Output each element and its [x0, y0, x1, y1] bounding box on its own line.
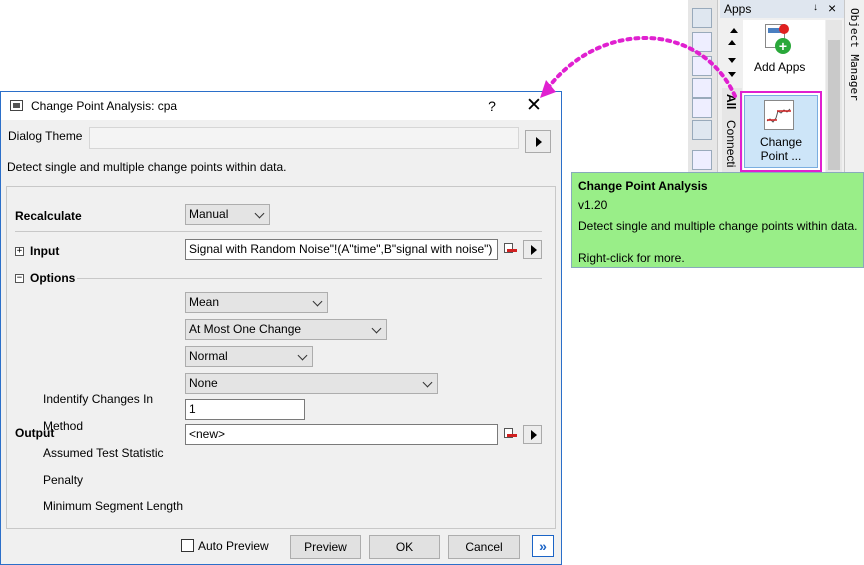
input-field[interactable]: Signal with Random Noise"!(A"time",B"sig…: [185, 239, 498, 260]
apps-title: Apps: [724, 2, 752, 16]
chevron-down-icon: [312, 296, 323, 307]
tooltip-title: Change Point Analysis: [578, 179, 708, 193]
chevron-down-icon: [371, 323, 382, 334]
options-label: Options: [30, 271, 76, 285]
options-divider: [77, 278, 542, 279]
line-plot-icon[interactable]: [692, 56, 712, 76]
arrow-right-icon: [530, 429, 537, 440]
scroll-top-icon[interactable]: [730, 28, 738, 33]
scroll-up-icon[interactable]: [728, 40, 736, 45]
input-label: Input: [30, 244, 60, 258]
select-range-icon[interactable]: [501, 240, 519, 259]
rescale-icon[interactable]: [692, 98, 712, 118]
chevron-down-icon: [297, 350, 308, 361]
output-value: <new>: [189, 427, 226, 441]
divider: [15, 231, 542, 232]
expand-dialog-button[interactable]: »: [532, 535, 554, 557]
min-segment-value: 1: [189, 402, 196, 416]
method-select[interactable]: At Most One Change: [185, 319, 387, 340]
change-point-app-label: Change Point ...: [744, 135, 818, 163]
identify-label: Indentify Changes In: [43, 392, 154, 406]
preview-button[interactable]: Preview: [290, 535, 361, 559]
recalculate-select[interactable]: Manual: [185, 204, 270, 225]
dialog-description: Detect single and multiple change points…: [7, 160, 287, 174]
recalculate-label: Recalculate: [15, 209, 82, 223]
output-field[interactable]: <new>: [185, 424, 498, 445]
select-range-icon[interactable]: [501, 425, 519, 444]
identify-value: Mean: [189, 295, 220, 309]
input-value: Signal with Random Noise"!(A"time",B"sig…: [189, 242, 493, 256]
settings-panel: Recalculate Manual + Input Signal with R…: [6, 186, 556, 529]
object-manager-tab[interactable]: Object Manager: [848, 8, 861, 101]
expand-plus-icon[interactable]: +: [15, 247, 24, 256]
output-menu-button[interactable]: [523, 425, 542, 444]
layout-icon[interactable]: [692, 8, 712, 28]
change-point-dialog: Change Point Analysis: cpa ? ✕ Dialog Th…: [0, 91, 562, 565]
min-segment-input[interactable]: 1: [185, 399, 305, 420]
tooltip-version: v1.20: [578, 198, 608, 212]
input-menu-button[interactable]: [523, 240, 542, 259]
dialog-theme-field[interactable]: [89, 127, 519, 149]
axis-icon[interactable]: [692, 32, 712, 52]
method-value: At Most One Change: [189, 322, 302, 336]
help-button[interactable]: ?: [482, 96, 502, 116]
change-point-app-icon: [764, 100, 794, 130]
title-bar: Change Point Analysis: cpa ? ✕: [1, 92, 561, 120]
scroll-down-icon[interactable]: [728, 58, 736, 63]
recalculate-value: Manual: [189, 207, 229, 221]
vertical-toolbar: [688, 0, 718, 176]
chevron-down-icon: [422, 377, 433, 388]
add-apps-icon[interactable]: +: [765, 24, 791, 54]
tooltip-hint: Right-click for more.: [578, 251, 685, 265]
min-segment-label: Minimum Segment Length: [43, 499, 184, 513]
cancel-button[interactable]: Cancel: [448, 535, 520, 559]
tab-all[interactable]: All: [724, 94, 738, 109]
collapse-minus-icon[interactable]: −: [15, 274, 24, 283]
dialog-theme-label: Dialog Theme: [8, 129, 83, 143]
identify-select[interactable]: Mean: [185, 292, 328, 313]
arrow-right-icon: [536, 136, 542, 147]
test-statistic-label: Assumed Test Statistic: [43, 446, 164, 460]
pin-icon[interactable]: ↓: [813, 2, 818, 13]
tooltip-description: Detect single and multiple change points…: [578, 219, 858, 233]
test-statistic-value: Normal: [189, 349, 228, 363]
scatter-icon[interactable]: [692, 78, 712, 98]
auto-preview-checkbox[interactable]: [181, 539, 194, 552]
change-point-label-line1: Change: [759, 135, 803, 149]
output-label: Output: [15, 426, 55, 440]
apps-close-icon[interactable]: ×: [828, 0, 836, 16]
auto-preview-label[interactable]: Auto Preview: [198, 539, 269, 553]
dialog-app-icon: [10, 100, 23, 111]
arrow-right-icon: [530, 244, 537, 255]
test-statistic-select[interactable]: Normal: [185, 346, 313, 367]
penalty-value: None: [189, 376, 218, 390]
chevron-down-icon: [254, 208, 265, 219]
penalty-label: Penalty: [43, 473, 84, 487]
theme-menu-button[interactable]: [525, 130, 551, 153]
scroll-bottom-icon[interactable]: [728, 72, 736, 77]
grid-icon[interactable]: [692, 150, 712, 170]
add-apps-label[interactable]: Add Apps: [754, 60, 805, 74]
tab-connectivity[interactable]: Connecti: [724, 120, 738, 167]
penalty-select[interactable]: None: [185, 373, 438, 394]
ok-button[interactable]: OK: [369, 535, 440, 559]
change-point-label-line2: Point ...: [760, 149, 802, 163]
dialog-title: Change Point Analysis: cpa: [31, 99, 178, 113]
app-tooltip: Change Point Analysis v1.20 Detect singl…: [571, 172, 864, 268]
runner-icon[interactable]: [692, 120, 712, 140]
apps-scrollbar-thumb[interactable]: [828, 40, 840, 170]
close-button[interactable]: ✕: [522, 95, 546, 117]
